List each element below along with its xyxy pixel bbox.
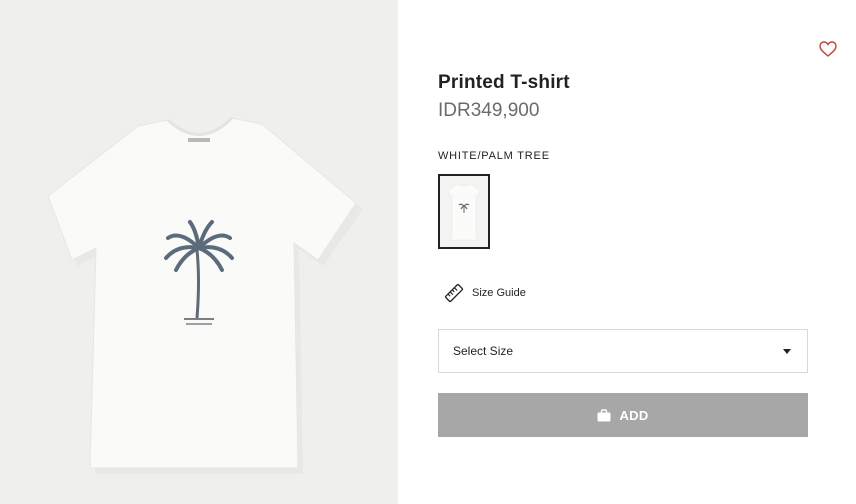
caret-down-icon: [783, 348, 791, 354]
swatch-thumbnail: [447, 183, 481, 241]
ruler-icon: [444, 283, 464, 303]
product-image: [0, 0, 398, 504]
tshirt-illustration: [47, 116, 363, 474]
shopping-bag-icon: [597, 408, 611, 421]
heart-icon: [819, 41, 837, 57]
color-swatch-selected[interactable]: [438, 174, 490, 249]
size-select-value: Select Size: [453, 344, 514, 358]
size-guide-label: Size Guide: [472, 287, 526, 299]
product-title: Printed T-shirt: [438, 72, 570, 93]
product-price: IDR349,900: [438, 100, 540, 121]
product-details: Printed T-shirt IDR349,900 WHITE/PALM TR…: [398, 0, 856, 504]
add-to-bag-button[interactable]: ADD: [438, 393, 808, 437]
add-button-label: ADD: [619, 407, 649, 423]
color-label: WHITE/PALM TREE: [438, 150, 550, 162]
favorite-button[interactable]: [818, 40, 838, 58]
size-guide-link[interactable]: Size Guide: [444, 283, 526, 303]
size-select[interactable]: Select Size: [438, 329, 808, 373]
